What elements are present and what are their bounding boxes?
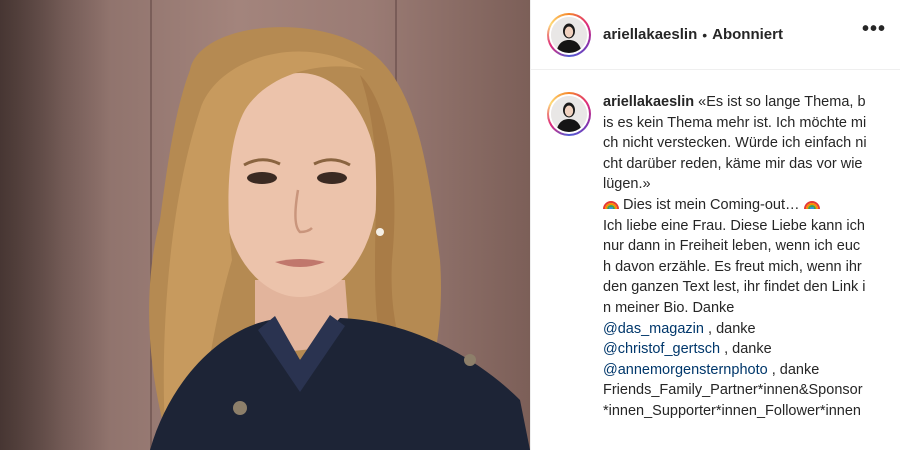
portrait-illustration	[149, 27, 530, 450]
caption-separator: , danke	[703, 320, 756, 337]
caption-tail: Friends_Family_Partner*innen&Sponsor*inn…	[603, 382, 863, 419]
mention-christof-gertsch-link[interactable]: @christof_gertsch	[603, 341, 720, 357]
post-header: ariellakaeslin • Abonniert •••	[531, 0, 900, 70]
instagram-post: ariellakaeslin • Abonniert ••• ariellaka…	[0, 0, 900, 450]
separator-dot: •	[702, 26, 708, 43]
caption-separator: , danke	[720, 341, 772, 358]
avatar[interactable]	[551, 16, 587, 53]
avatar-icon	[551, 96, 587, 132]
coming-out-line: Dies ist mein Coming-out…	[623, 196, 800, 213]
caption-body: Ich liebe eine Frau. Diese Liebe kann ic…	[603, 217, 866, 316]
avatar-icon	[551, 16, 587, 53]
post-photo[interactable]	[0, 0, 530, 450]
mention-annemorgensternphoto-link[interactable]: @annemorgensternphoto	[603, 362, 768, 378]
post-caption: ariellakaeslin «Es ist so lange Thema, b…	[531, 70, 900, 422]
caption-text: ariellakaeslin «Es ist so lange Thema, b…	[603, 92, 867, 422]
story-ring[interactable]	[547, 92, 591, 136]
caption-username-link[interactable]: ariellakaeslin	[603, 94, 694, 110]
header-username-link[interactable]: ariellakaeslin	[603, 26, 697, 43]
caption-separator: , danke	[767, 361, 820, 378]
rainbow-flag-icon	[603, 200, 619, 210]
avatar[interactable]	[551, 96, 587, 132]
follow-status-button[interactable]: Abonniert	[712, 26, 783, 43]
more-options-icon[interactable]: •••	[862, 18, 886, 41]
story-ring[interactable]	[547, 12, 591, 57]
post-side-panel: ariellakaeslin • Abonniert ••• ariellaka…	[530, 0, 900, 450]
rainbow-flag-icon	[803, 200, 820, 210]
mention-das-magazin-link[interactable]: @das_magazin	[603, 321, 704, 337]
